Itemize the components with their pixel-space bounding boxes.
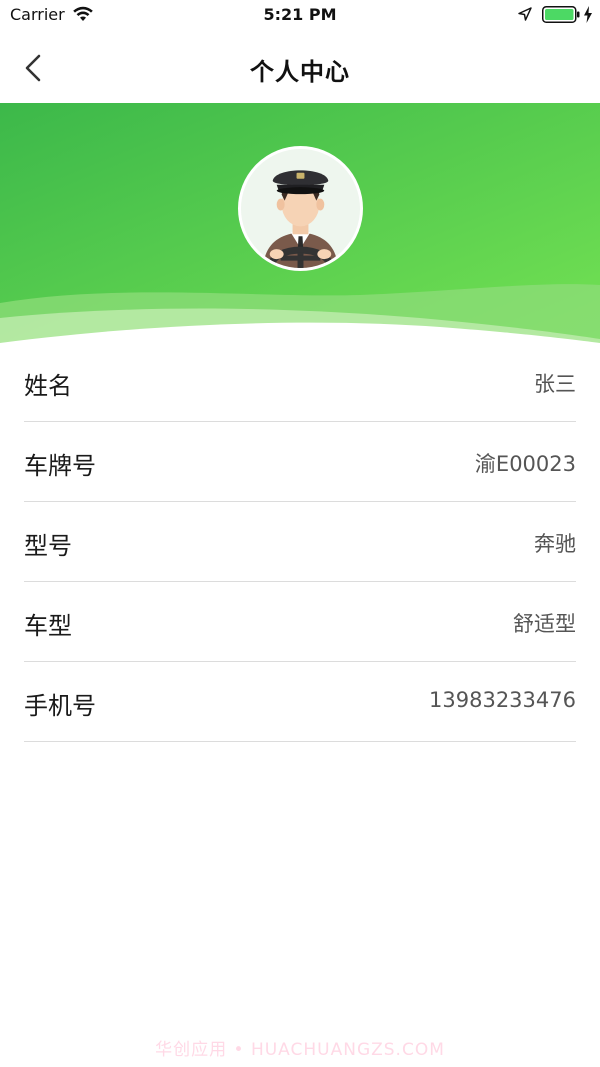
vehicle-type-label: 车型 <box>24 612 72 640</box>
navigation-bar: 个人中心 <box>0 30 600 103</box>
name-label: 姓名 <box>24 372 72 400</box>
location-arrow-icon <box>518 7 532 21</box>
plate-number-value: 渝E00023 <box>474 452 576 476</box>
status-bar: Carrier 5:21 PM <box>0 0 600 30</box>
watermark: 华创应用 • HUACHUANGZS.COM <box>155 1040 445 1060</box>
model-label: 型号 <box>24 532 72 560</box>
info-row-model: 型号 奔驰 <box>24 502 576 582</box>
driver-avatar-icon[interactable] <box>238 146 363 271</box>
info-row-plate-number: 车牌号 渝E00023 <box>24 422 576 502</box>
profile-header-banner <box>0 103 600 348</box>
vehicle-type-value: 舒适型 <box>513 612 576 636</box>
plate-number-label: 车牌号 <box>24 452 96 480</box>
info-row-vehicle-type: 车型 舒适型 <box>24 582 576 662</box>
clock: 5:21 PM <box>263 5 337 24</box>
battery-icon <box>542 6 580 23</box>
name-value: 张三 <box>534 372 576 396</box>
info-row-phone: 手机号 13983233476 <box>24 662 576 742</box>
charging-bolt-icon <box>584 6 592 23</box>
info-row-name: 姓名 张三 <box>24 342 576 422</box>
phone-value: 13983233476 <box>429 688 576 712</box>
profile-info-list: 姓名 张三 车牌号 渝E00023 型号 奔驰 车型 舒适型 手机号 13983… <box>0 342 600 742</box>
page-title: 个人中心 <box>250 58 350 86</box>
model-value: 奔驰 <box>534 532 576 556</box>
driver-avatar-illustration <box>241 149 360 268</box>
phone-label: 手机号 <box>24 692 96 720</box>
